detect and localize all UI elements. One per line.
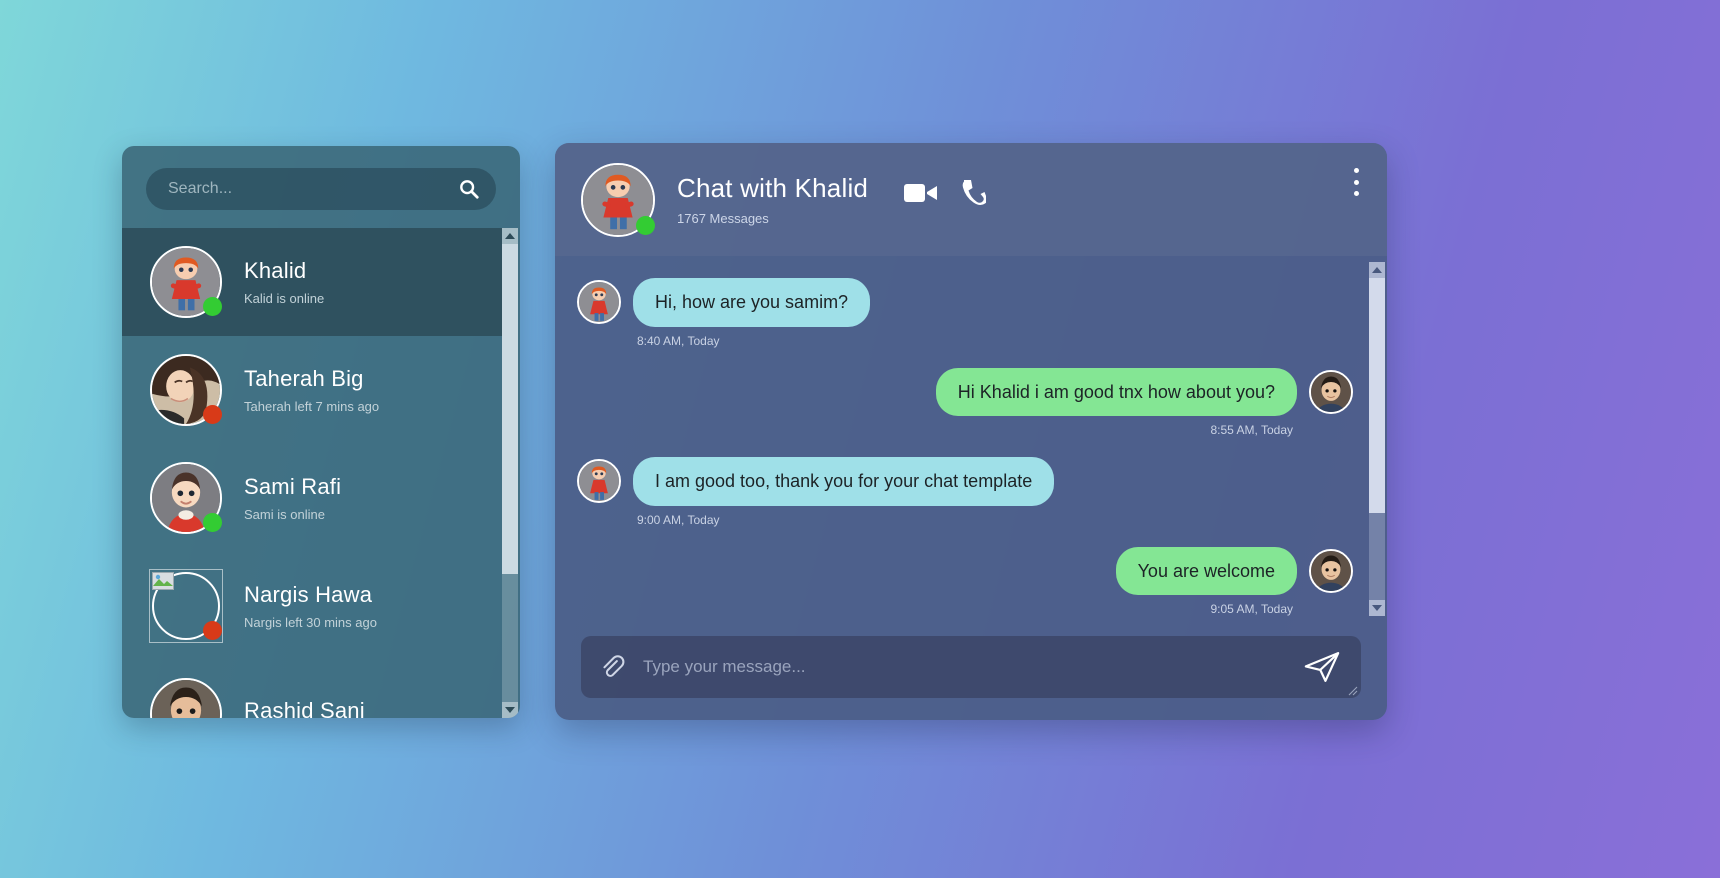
- bubble-column: Hi Khalid i am good tnx how about you? 8…: [935, 367, 1297, 452]
- message-bubble: Hi Khalid i am good tnx how about you?: [935, 367, 1297, 416]
- chat-header-text: Chat with Khalid 1767 Messages: [677, 173, 868, 226]
- avatar: [150, 678, 222, 718]
- message-bubble: I am good too, thank you for your chat t…: [633, 457, 1055, 506]
- avatar: [150, 462, 222, 534]
- status-dot-online: [203, 513, 222, 532]
- chevron-down-icon: [1372, 605, 1382, 611]
- message-row: I am good too, thank you for your chat t…: [577, 457, 1353, 541]
- avatar: [149, 569, 223, 643]
- phone-icon[interactable]: [960, 179, 988, 212]
- message-timestamp: 8:40 AM, Today: [637, 333, 720, 348]
- sidebar-scroll-up-button[interactable]: [502, 228, 518, 244]
- contacts-list: Khalid Kalid is online Taherah Big Taher…: [122, 228, 502, 718]
- resize-grip-icon[interactable]: [1346, 683, 1358, 696]
- search-box[interactable]: [146, 168, 496, 210]
- boy-red-jacket-avatar: [577, 459, 621, 503]
- chevron-up-icon: [1372, 267, 1382, 273]
- contact-name: Sami Rafi: [244, 474, 342, 500]
- contact-item-taherah-big[interactable]: Taherah Big Taherah left 7 mins ago: [122, 336, 502, 444]
- page-title: Chat with Khalid: [677, 173, 869, 203]
- send-plane-icon[interactable]: [1299, 647, 1345, 687]
- chat-scrollbar-thumb[interactable]: [1369, 278, 1385, 513]
- search-row: [122, 146, 520, 228]
- contact-name: Taherah Big: [244, 366, 364, 392]
- contacts-sidebar: Khalid Kalid is online: [122, 146, 520, 718]
- contact-item-sami-rafi[interactable]: Sami Rafi Sami is online: [122, 444, 502, 552]
- status-dot-away: [203, 621, 222, 640]
- sidebar-scrollbar-thumb[interactable]: [502, 244, 518, 574]
- composer-box[interactable]: [581, 636, 1361, 698]
- chat-header: Chat with Khalid 1767 Messages: [555, 143, 1387, 256]
- contact-text: Nargis Hawa Nargis left 30 mins ago: [244, 582, 377, 629]
- contact-status-text: Taherah left 7 mins ago: [244, 398, 380, 414]
- chat-header-avatar[interactable]: [581, 162, 655, 237]
- search-input[interactable]: [146, 180, 496, 198]
- chat-scroll-down-button[interactable]: [1369, 600, 1385, 616]
- status-dot-online: [636, 215, 655, 235]
- contact-text: Rashid Sani: [244, 698, 365, 718]
- message-count: 1767 Messages: [677, 211, 769, 226]
- contact-text: Khalid Kalid is online: [244, 258, 324, 305]
- bubble-column: Hi, how are you samim? 8:40 AM, Today: [633, 278, 871, 362]
- sidebar-scrollbar[interactable]: [502, 228, 518, 718]
- user-photo-avatar: [1309, 548, 1353, 593]
- video-camera-icon[interactable]: [904, 182, 938, 209]
- status-dot-online: [203, 297, 222, 316]
- message-timestamp: 9:05 AM, Today: [1210, 602, 1294, 616]
- contact-name: Rashid Sani: [244, 697, 365, 718]
- message-timestamp: 8:55 AM, Today: [1210, 423, 1294, 437]
- messages-scroll-area: Hi, how are you samim? 8:40 AM, Today Hi…: [555, 256, 1387, 622]
- message-row: Hi Khalid i am good tnx how about you? 8…: [577, 367, 1353, 452]
- avatar: [150, 354, 222, 426]
- chevron-down-icon: [505, 707, 515, 713]
- message-timestamp: 9:00 AM, Today: [637, 512, 720, 527]
- message-row: Hi, how are you samim? 8:40 AM, Today: [577, 278, 1353, 362]
- kebab-menu-icon[interactable]: [1345, 165, 1367, 199]
- contact-status-text: Sami is online: [244, 506, 325, 522]
- contact-text: Taherah Big Taherah left 7 mins ago: [244, 366, 379, 413]
- contact-item-khalid[interactable]: Khalid Kalid is online: [122, 228, 502, 336]
- chat-scrollbar[interactable]: [1369, 262, 1385, 616]
- contact-name: Nargis Hawa: [244, 582, 373, 608]
- search-icon[interactable]: [458, 178, 480, 200]
- sidebar-scroll-down-button[interactable]: [502, 702, 518, 718]
- message-bubble: You are welcome: [1115, 546, 1297, 595]
- chat-panel: Chat with Khalid 1767 Messages Hi, how a…: [555, 143, 1387, 720]
- contact-item-rashid-sani[interactable]: Rashid Sani: [122, 660, 502, 718]
- man-photo-avatar: [150, 678, 222, 718]
- chat-header-actions: [904, 179, 988, 212]
- status-dot-away: [203, 405, 222, 424]
- messages-list: Hi, how are you samim? 8:40 AM, Today Hi…: [555, 256, 1367, 622]
- boy-red-jacket-avatar: [577, 280, 621, 324]
- contact-name: Khalid: [244, 258, 307, 284]
- contact-text: Sami Rafi Sami is online: [244, 474, 341, 521]
- chat-scroll-up-button[interactable]: [1369, 262, 1385, 278]
- message-row: You are welcome 9:05 AM, Today: [577, 546, 1353, 623]
- chevron-up-icon: [505, 233, 515, 239]
- bubble-column: You are welcome 9:05 AM, Today: [1115, 546, 1297, 623]
- avatar: [150, 246, 222, 318]
- broken-image-icon: [152, 572, 174, 590]
- paperclip-icon[interactable]: [599, 654, 625, 680]
- message-composer: [555, 622, 1387, 720]
- message-input[interactable]: [625, 657, 1299, 677]
- contact-status-text: Kalid is online: [244, 290, 325, 306]
- message-bubble: Hi, how are you samim?: [633, 278, 871, 327]
- bubble-column: I am good too, thank you for your chat t…: [633, 457, 1055, 541]
- contact-item-nargis-hawa[interactable]: Nargis Hawa Nargis left 30 mins ago: [122, 552, 502, 660]
- user-photo-avatar: [1309, 369, 1353, 414]
- contact-status-text: Nargis left 30 mins ago: [244, 614, 377, 630]
- contacts-scroll-area: Khalid Kalid is online Taherah Big Taher…: [122, 228, 520, 718]
